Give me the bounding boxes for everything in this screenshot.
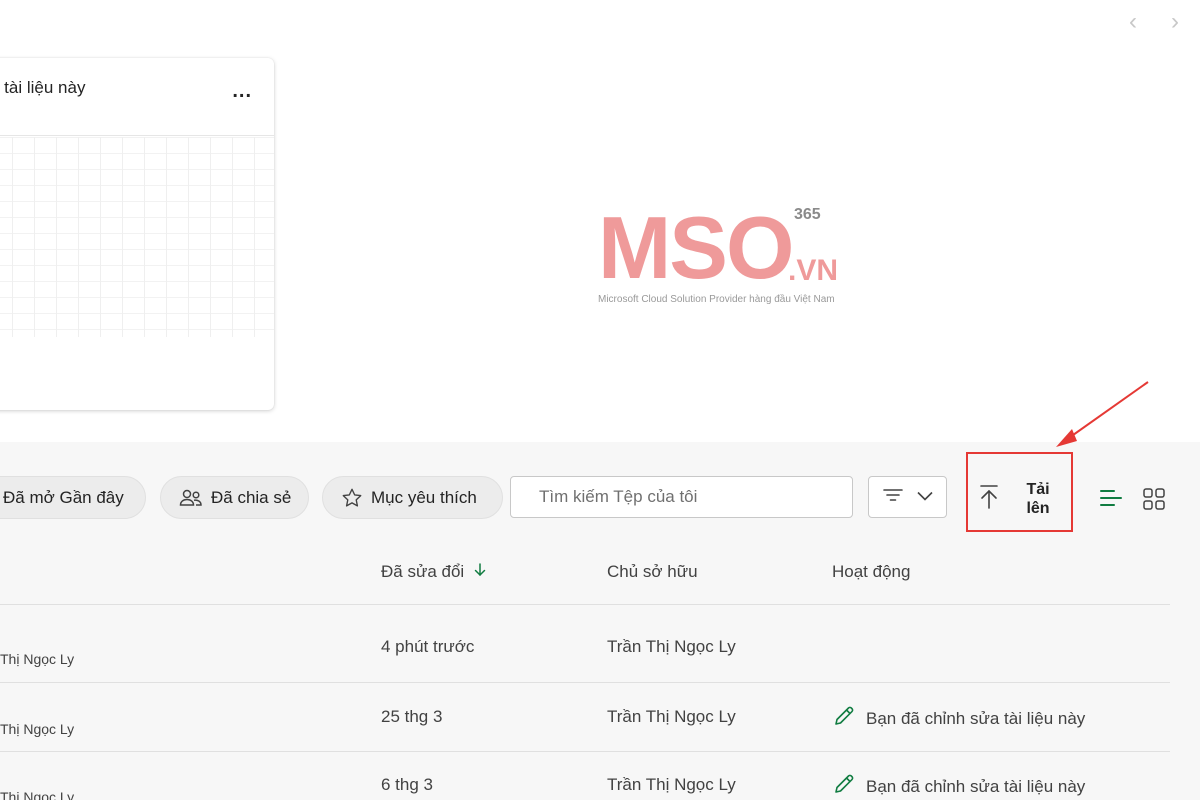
row-activity: Bạn đã chỉnh sửa tài liệu này <box>832 704 1085 733</box>
annotation-arrow <box>1056 381 1149 447</box>
recommended-doc-card[interactable]: n tài liệu này ... <box>0 58 274 410</box>
logo-main-text: MSO <box>598 198 794 297</box>
upload-button[interactable]: Tải lên <box>966 452 1073 532</box>
row-owner: Trần Thị Ngọc Ly <box>607 637 736 656</box>
filter-chip-recent[interactable]: Đã mở Gần đây <box>0 476 146 519</box>
list-view-icon[interactable] <box>1099 487 1123 514</box>
row-modified: 6 thg 3 <box>381 775 433 794</box>
column-header-activity[interactable]: Hoạt động <box>832 562 910 582</box>
row-activity-text: Bạn đã chỉnh sửa tài liệu này <box>866 708 1086 728</box>
row-modified: 25 thg 3 <box>381 707 443 726</box>
chevron-down-icon <box>916 488 933 506</box>
row-owner-short: Thị Ngọc Ly <box>0 721 75 737</box>
tile-view-icon[interactable] <box>1142 487 1166 516</box>
row-owner-short: Thị Ngọc Ly <box>0 789 75 800</box>
row-owner: Trần Thị Ngọc Ly <box>607 707 736 726</box>
upload-label: Tải lên <box>1026 481 1050 517</box>
doc-card-title: n tài liệu này <box>0 78 86 97</box>
logo-badge: 365 <box>794 206 821 223</box>
column-header-owner[interactable]: Chủ sở hữu <box>607 562 698 582</box>
filter-chip-shared[interactable]: Đã chia sẻ <box>160 476 309 519</box>
row-activity-text: Bạn đã chỉnh sửa tài liệu này <box>866 776 1086 796</box>
chip-recent-label: Đã mở Gần đây <box>3 487 124 507</box>
column-modified-label: Đã sửa đổi <box>381 562 465 581</box>
chevron-left-icon[interactable]: ‹ <box>1119 8 1147 36</box>
more-options-icon[interactable]: ... <box>232 80 252 103</box>
row-divider <box>0 682 1170 683</box>
chip-shared-label: Đã chia sẻ <box>211 487 292 507</box>
pencil-icon <box>832 772 856 800</box>
upload-arrow-icon <box>978 484 1000 515</box>
doc-card-preview <box>0 137 274 337</box>
chip-favorites-label: Mục yêu thích <box>371 487 477 507</box>
header-divider <box>0 604 1170 605</box>
row-divider <box>0 751 1170 752</box>
people-icon <box>179 488 203 508</box>
doc-card-header: n tài liệu này ... <box>0 58 274 136</box>
row-activity: Bạn đã chỉnh sửa tài liệu này <box>832 772 1085 800</box>
filter-chip-favorites[interactable]: Mục yêu thích <box>322 476 503 519</box>
row-modified: 4 phút trước <box>381 637 475 656</box>
sort-down-icon <box>474 563 486 581</box>
column-header-modified[interactable]: Đã sửa đổi <box>381 562 486 582</box>
logo-suffix: .VN <box>788 254 839 287</box>
mso-watermark-logo: MSO 365 .VN Microsoft Cloud Solution Pro… <box>596 204 856 314</box>
star-icon <box>341 487 363 509</box>
pencil-icon <box>832 704 856 733</box>
search-input[interactable] <box>510 476 853 518</box>
logo-tagline: Microsoft Cloud Solution Provider hàng đ… <box>598 294 835 305</box>
row-owner-short: Thị Ngọc Ly <box>0 651 75 667</box>
row-owner: Trần Thị Ngọc Ly <box>607 775 736 794</box>
chevron-right-icon[interactable]: › <box>1161 8 1189 36</box>
filter-dropdown-button[interactable] <box>868 476 947 518</box>
filter-icon <box>882 488 903 507</box>
